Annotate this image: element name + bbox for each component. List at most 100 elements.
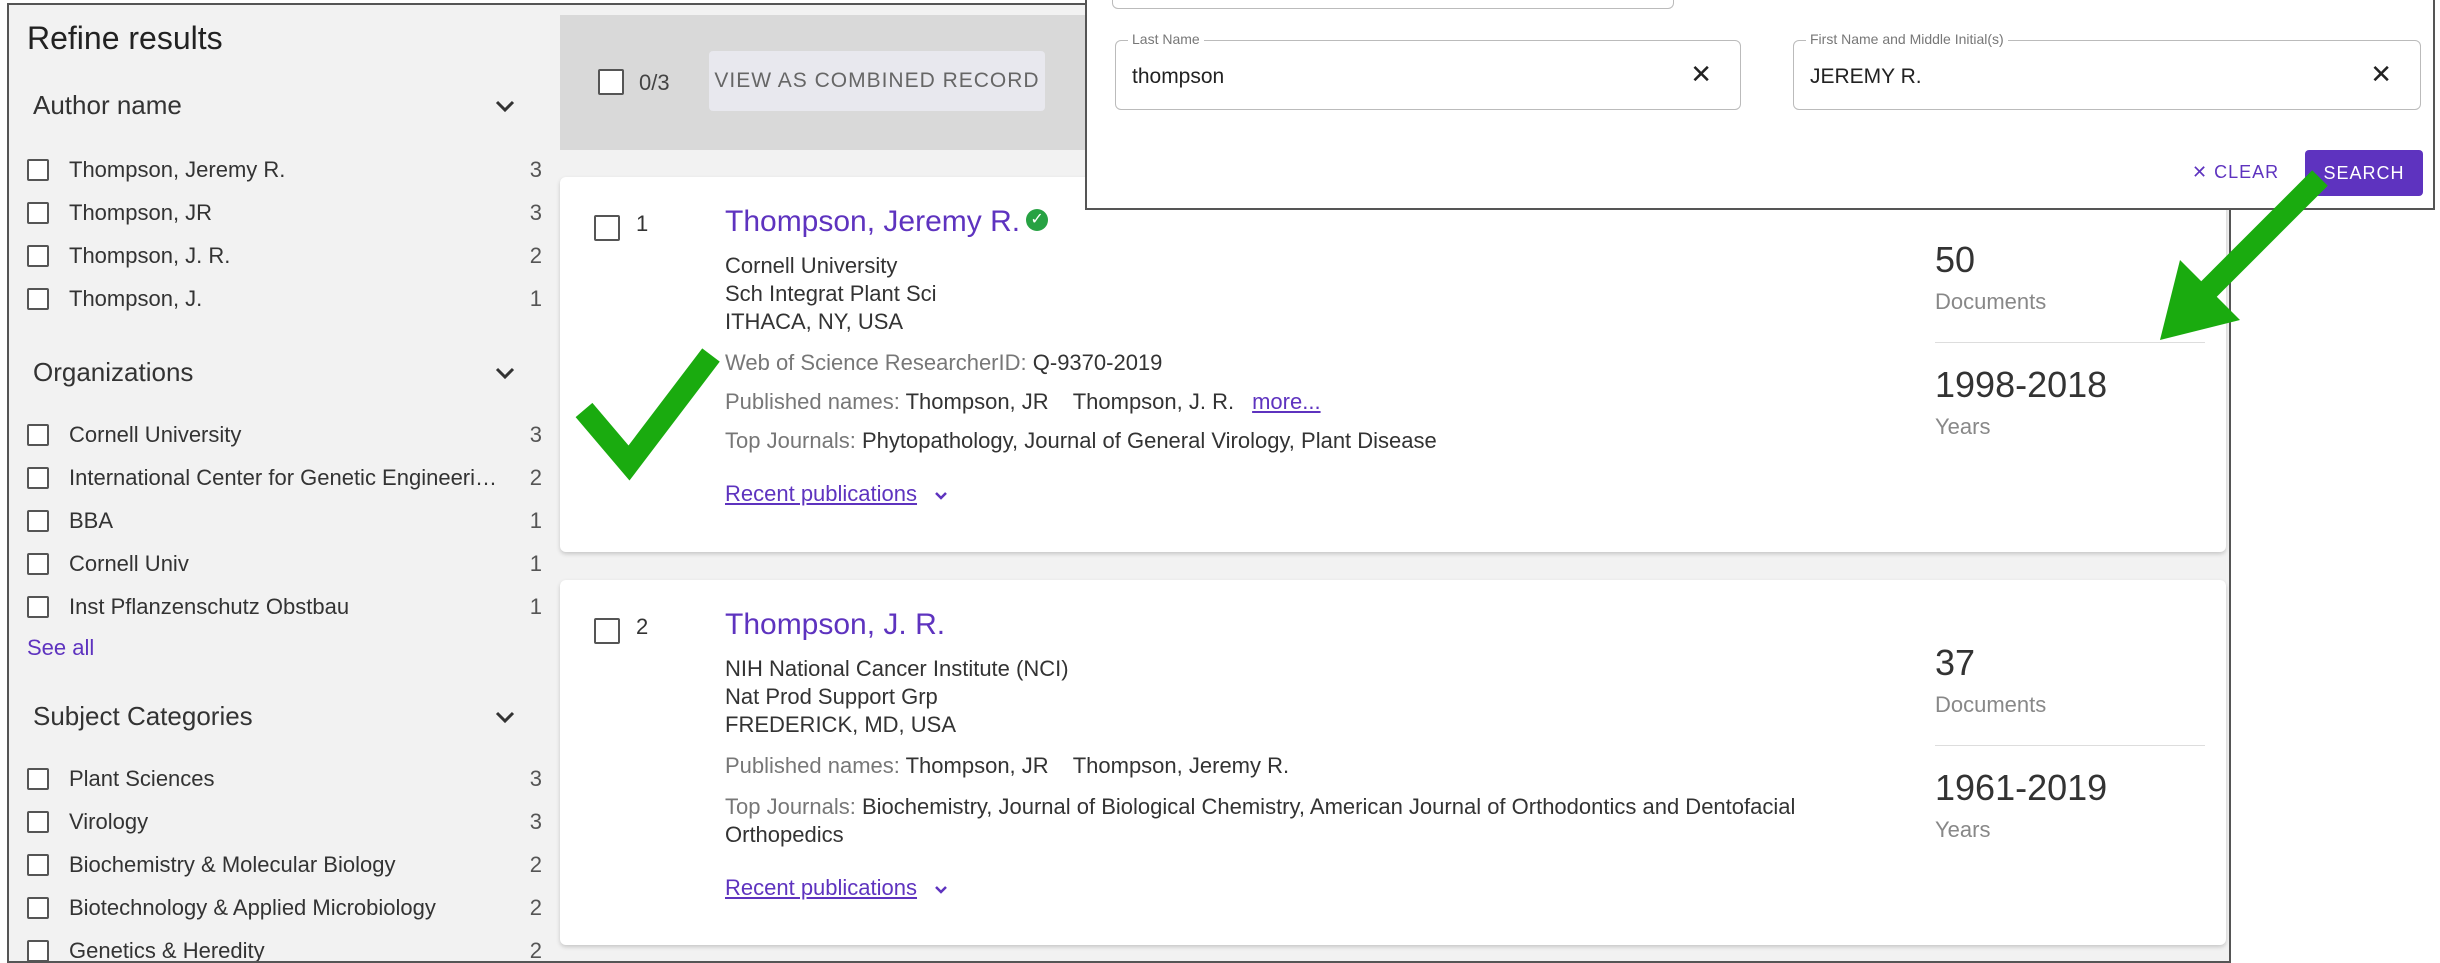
- affiliation-line: Sch Integrat Plant Sci: [725, 281, 937, 306]
- facet-item-count: 1: [529, 286, 542, 311]
- search-field-partial[interactable]: [1112, 0, 1674, 9]
- facet-item-label: Cornell University: [69, 422, 242, 447]
- facet-item-org-5[interactable]: Inst Pflanzenschutz Obstbau 1: [27, 594, 542, 628]
- published-names-label: Published names:: [725, 389, 900, 414]
- facet-item-author-4[interactable]: Thompson, J. 1: [27, 286, 542, 320]
- chevron-down-icon[interactable]: [933, 488, 949, 504]
- facet-item-org-1[interactable]: Cornell University 3: [27, 422, 542, 456]
- facet-item-subject-2[interactable]: Virology 3: [27, 809, 542, 843]
- last-name-field[interactable]: Last Name thompson ✕: [1115, 31, 1741, 110]
- top-journals-row: Top Journals: Phytopathology, Journal of…: [725, 428, 1437, 454]
- more-names-link[interactable]: more...: [1252, 389, 1320, 414]
- checkbox[interactable]: [27, 202, 49, 224]
- facet-item-count: 1: [529, 508, 542, 533]
- facet-item-org-2[interactable]: International Center for Genetic Enginee…: [27, 465, 542, 499]
- checkbox[interactable]: [27, 245, 49, 267]
- affiliation-line: Nat Prod Support Grp: [725, 684, 938, 709]
- facet-item-count: 1: [529, 551, 542, 576]
- facet-item-label: Biotechnology & Applied Microbiology: [69, 895, 436, 920]
- checkbox[interactable]: [27, 467, 49, 489]
- facet-item-label: Thompson, Jeremy R.: [69, 157, 286, 182]
- facet-item-author-3[interactable]: Thompson, J. R. 2: [27, 243, 542, 277]
- checkbox[interactable]: [27, 897, 49, 919]
- checkbox[interactable]: [27, 288, 49, 310]
- facet-item-author-2[interactable]: Thompson, JR 3: [27, 200, 542, 234]
- facet-item-label: Cornell Univ: [69, 551, 189, 576]
- author-name-link[interactable]: Thompson, Jeremy R. ✓: [725, 205, 1049, 239]
- checkbox[interactable]: [27, 940, 49, 961]
- affiliation-line: ITHACA, NY, USA: [725, 309, 904, 334]
- select-all-checkbox[interactable]: [598, 69, 624, 95]
- facet-item-label: BBA: [69, 508, 114, 533]
- chevron-down-icon[interactable]: [492, 704, 518, 730]
- facet-item-count: 2: [529, 852, 542, 877]
- researcher-id-row: Web of Science ResearcherID: Q-9370-2019: [725, 350, 1162, 376]
- result-card: 1 Thompson, Jeremy R. ✓ Cornell Universit…: [560, 177, 2226, 552]
- checkbox[interactable]: [27, 596, 49, 618]
- years-label: Years: [1935, 414, 1991, 439]
- clear-field-icon[interactable]: ✕: [2370, 59, 2392, 90]
- recent-publications-link[interactable]: Recent publications: [725, 875, 917, 901]
- researcher-id-value: Q-9370-2019: [1032, 350, 1163, 375]
- result-index: 1: [636, 211, 649, 236]
- facet-item-author-1[interactable]: Thompson, Jeremy R. 3: [27, 157, 542, 191]
- first-name-value[interactable]: JEREMY R.: [1810, 65, 1922, 89]
- refine-sidebar: Refine results Author name Thompson, Jer…: [9, 5, 554, 963]
- facet-item-label: International Center for Genetic Enginee…: [69, 465, 499, 490]
- facet-item-subject-5[interactable]: Genetics & Heredity 2: [27, 938, 542, 963]
- selected-count: 0/3: [639, 70, 670, 95]
- facet-heading-organizations[interactable]: Organizations: [33, 357, 193, 388]
- result-checkbox[interactable]: [594, 618, 620, 644]
- checkbox[interactable]: [27, 159, 49, 181]
- chevron-down-icon[interactable]: [492, 360, 518, 386]
- first-name-field[interactable]: First Name and Middle Initial(s) JEREMY …: [1793, 31, 2421, 110]
- top-journals-label: Top Journals:: [725, 428, 856, 453]
- checkbox[interactable]: [27, 553, 49, 575]
- checkbox[interactable]: [27, 424, 49, 446]
- author-name-text: Thompson, J. R.: [725, 608, 946, 641]
- published-names-value: Thompson, JR Thompson, J. R.: [905, 389, 1235, 414]
- last-name-value[interactable]: thompson: [1132, 65, 1224, 89]
- facet-item-subject-3[interactable]: Biochemistry & Molecular Biology 2: [27, 852, 542, 886]
- author-name-text: Thompson, Jeremy R.: [725, 205, 1021, 238]
- facet-item-label: Thompson, JR: [69, 200, 213, 225]
- top-journals-value: Phytopathology, Journal of General Virol…: [861, 428, 1437, 453]
- facet-item-count: 1: [529, 594, 542, 619]
- facet-item-count: 2: [529, 243, 542, 268]
- facet-item-org-3[interactable]: BBA 1: [27, 508, 542, 542]
- facet-item-subject-4[interactable]: Biotechnology & Applied Microbiology 2: [27, 895, 542, 929]
- result-card: 2 Thompson, J. R. NIH National Cancer In…: [560, 580, 2226, 945]
- facet-item-count: 2: [529, 938, 542, 963]
- see-all-link[interactable]: See all: [27, 635, 94, 661]
- author-name-link[interactable]: Thompson, J. R.: [725, 608, 945, 642]
- checkbox[interactable]: [27, 510, 49, 532]
- chevron-down-icon[interactable]: [933, 882, 949, 898]
- years-label: Years: [1935, 817, 1991, 842]
- facet-item-count: 3: [529, 200, 542, 225]
- clear-button[interactable]: ✕ CLEAR: [2192, 162, 2279, 183]
- top-journals-label: Top Journals:: [725, 794, 856, 819]
- view-combined-record-button[interactable]: VIEW AS COMBINED RECORD: [709, 51, 1045, 111]
- checkbox[interactable]: [27, 811, 49, 833]
- chevron-down-icon[interactable]: [492, 93, 518, 119]
- refine-title: Refine results: [27, 20, 223, 56]
- facet-item-count: 3: [529, 766, 542, 791]
- documents-label: Documents: [1935, 692, 2047, 717]
- stat-divider: [1935, 745, 2205, 746]
- stat-divider: [1935, 342, 2205, 343]
- top-journals-continued: Orthopedics: [725, 822, 844, 847]
- clear-field-icon[interactable]: ✕: [1690, 59, 1712, 90]
- facet-heading-subject[interactable]: Subject Categories: [33, 701, 253, 732]
- checkbox[interactable]: [27, 854, 49, 876]
- facet-heading-author[interactable]: Author name: [33, 90, 182, 121]
- published-names-row: Published names: Thompson, JR Thompson, …: [725, 753, 1289, 779]
- checkbox[interactable]: [27, 768, 49, 790]
- result-checkbox[interactable]: [594, 215, 620, 241]
- facet-item-count: 3: [529, 157, 542, 182]
- facet-item-org-4[interactable]: Cornell Univ 1: [27, 551, 542, 585]
- facet-item-label: Plant Sciences: [69, 766, 215, 791]
- affiliation-line: NIH National Cancer Institute (NCI): [725, 656, 1069, 681]
- facet-item-subject-1[interactable]: Plant Sciences 3: [27, 766, 542, 800]
- search-button[interactable]: SEARCH: [2305, 150, 2423, 196]
- recent-publications-link[interactable]: Recent publications: [725, 481, 917, 507]
